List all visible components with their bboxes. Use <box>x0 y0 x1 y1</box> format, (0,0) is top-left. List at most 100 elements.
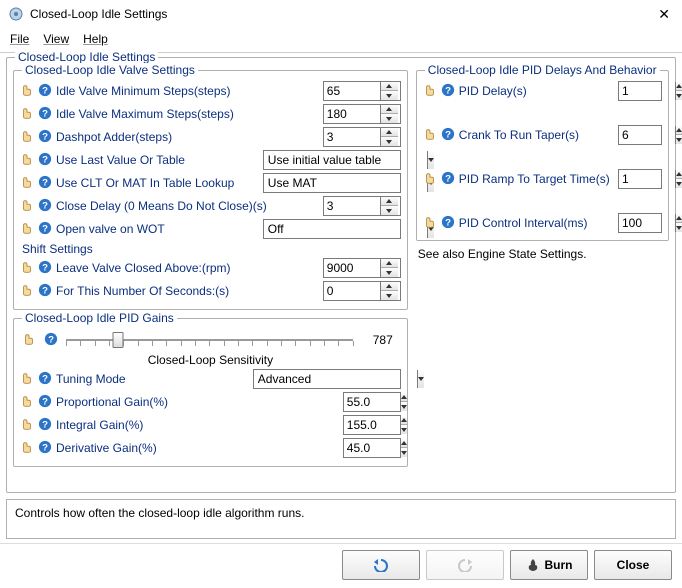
d-gain-label: Derivative Gain(%) <box>56 441 157 455</box>
interval-up[interactable] <box>676 214 682 223</box>
group-legend: Closed-Loop Idle Settings <box>15 50 158 64</box>
svg-text:?: ? <box>42 85 48 96</box>
dashpot-down[interactable] <box>381 137 398 146</box>
interval-input[interactable] <box>618 213 662 233</box>
d-gain-input[interactable] <box>343 438 401 458</box>
sensitivity-slider[interactable] <box>66 329 353 351</box>
svg-text:?: ? <box>42 419 48 430</box>
shift-above-down[interactable] <box>381 268 398 277</box>
menu-view[interactable]: View <box>43 32 69 46</box>
help-icon[interactable]: ? <box>44 332 60 349</box>
hand-icon <box>20 106 36 123</box>
pid-delay-up[interactable] <box>676 82 682 91</box>
p-gain-down[interactable] <box>401 402 407 411</box>
close-delay-input[interactable] <box>323 196 401 216</box>
help-icon[interactable]: ? <box>38 83 54 100</box>
shift-secs-label: For This Number Of Seconds:(s) <box>56 284 229 298</box>
undo-button[interactable] <box>342 550 420 580</box>
last-value-combo[interactable] <box>263 150 401 170</box>
min-steps-input[interactable] <box>323 81 401 101</box>
taper-down[interactable] <box>676 135 682 144</box>
group-valve-settings: Closed-Loop Idle Valve Settings ?Idle Va… <box>13 70 408 310</box>
shift-above-up[interactable] <box>381 259 398 268</box>
sensitivity-caption: Closed-Loop Sensitivity <box>20 353 401 367</box>
menu-help[interactable]: Help <box>83 32 108 46</box>
group-closed-loop-idle: Closed-Loop Idle Settings Closed-Loop Id… <box>6 57 676 493</box>
svg-text:?: ? <box>42 223 48 234</box>
hand-icon <box>20 371 36 388</box>
svg-text:?: ? <box>42 373 48 384</box>
hand-icon <box>423 83 439 100</box>
max-steps-input[interactable] <box>323 104 401 124</box>
ramp-input[interactable] <box>618 169 662 189</box>
max-steps-up[interactable] <box>381 105 398 114</box>
i-gain-up[interactable] <box>401 416 407 425</box>
ramp-down[interactable] <box>676 179 682 188</box>
help-icon[interactable]: ? <box>441 83 457 100</box>
help-icon[interactable]: ? <box>441 215 457 232</box>
help-icon[interactable]: ? <box>38 129 54 146</box>
close-button[interactable]: Close <box>594 550 672 580</box>
shift-settings-header: Shift Settings <box>22 242 401 256</box>
help-icon[interactable]: ? <box>38 106 54 123</box>
help-icon[interactable]: ? <box>38 417 54 434</box>
pid-delay-input[interactable] <box>618 81 662 101</box>
help-icon[interactable]: ? <box>38 260 54 277</box>
ramp-up[interactable] <box>676 170 682 179</box>
svg-text:?: ? <box>42 154 48 165</box>
help-icon[interactable]: ? <box>38 394 54 411</box>
tuning-mode-combo[interactable] <box>253 369 401 389</box>
tuning-mode-drop[interactable] <box>417 370 424 388</box>
close-delay-down[interactable] <box>381 206 398 215</box>
min-steps-up[interactable] <box>381 82 398 91</box>
svg-text:?: ? <box>445 129 451 140</box>
close-delay-up[interactable] <box>381 197 398 206</box>
sensitivity-value: 787 <box>359 333 399 347</box>
shift-secs-input[interactable] <box>323 281 401 301</box>
group-pid-gains: Closed-Loop Idle PID Gains ? 787 Closed-… <box>13 318 408 467</box>
p-gain-up[interactable] <box>401 393 407 402</box>
help-icon[interactable]: ? <box>38 175 54 192</box>
taper-input[interactable] <box>618 125 662 145</box>
help-icon[interactable]: ? <box>38 198 54 215</box>
see-also-text: See also Engine State Settings. <box>418 247 667 261</box>
burn-button[interactable]: Burn <box>510 550 588 580</box>
hand-icon <box>20 83 36 100</box>
app-icon <box>8 6 24 22</box>
p-gain-input[interactable] <box>343 392 401 412</box>
help-icon[interactable]: ? <box>441 171 457 188</box>
help-icon[interactable]: ? <box>38 440 54 457</box>
taper-up[interactable] <box>676 126 682 135</box>
i-gain-down[interactable] <box>401 425 407 434</box>
window-title: Closed-Loop Idle Settings <box>30 7 654 21</box>
min-steps-down[interactable] <box>381 91 398 100</box>
dashpot-up[interactable] <box>381 128 398 137</box>
shift-secs-down[interactable] <box>381 291 398 300</box>
shift-secs-up[interactable] <box>381 282 398 291</box>
delays-legend: Closed-Loop Idle PID Delays And Behavior <box>425 63 660 77</box>
help-icon[interactable]: ? <box>38 221 54 238</box>
button-bar: Burn Close <box>0 543 682 588</box>
hand-icon <box>423 127 439 144</box>
d-gain-up[interactable] <box>401 439 407 448</box>
wot-combo[interactable] <box>263 219 401 239</box>
shift-above-input[interactable] <box>323 258 401 278</box>
d-gain-down[interactable] <box>401 448 407 457</box>
group-pid-delays: Closed-Loop Idle PID Delays And Behavior… <box>416 70 669 241</box>
clt-mat-combo[interactable] <box>263 173 401 193</box>
svg-text:?: ? <box>42 285 48 296</box>
hand-icon <box>22 332 38 349</box>
i-gain-input[interactable] <box>343 415 401 435</box>
help-icon[interactable]: ? <box>441 127 457 144</box>
max-steps-down[interactable] <box>381 114 398 123</box>
window-close-button[interactable]: ✕ <box>654 6 674 23</box>
pid-delay-down[interactable] <box>676 91 682 100</box>
help-icon[interactable]: ? <box>38 283 54 300</box>
help-icon[interactable]: ? <box>38 152 54 169</box>
dashpot-input[interactable] <box>323 127 401 147</box>
redo-button <box>426 550 504 580</box>
help-icon[interactable]: ? <box>38 371 54 388</box>
interval-down[interactable] <box>676 223 682 232</box>
menu-file[interactable]: File <box>10 32 29 46</box>
hand-icon <box>20 198 36 215</box>
